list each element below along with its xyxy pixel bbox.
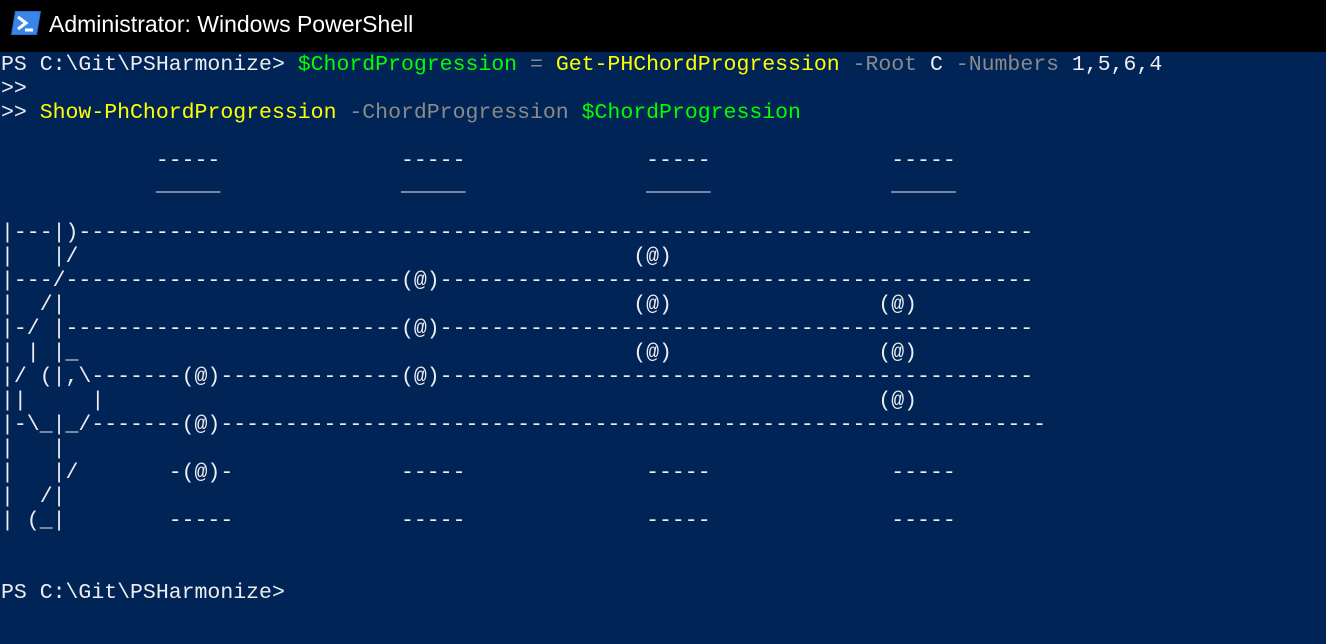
command-line-2: >> Show-PhChordProgression -ChordProgres… — [1, 101, 801, 125]
argument-token: 1,5,6,4 — [1059, 53, 1163, 77]
staff-line: | /| (@) (@) — [1, 293, 918, 317]
continuation-prompt: >> — [1, 101, 40, 125]
parameter-token: -Numbers — [942, 53, 1060, 77]
powershell-window: Administrator: Windows PowerShell PS C:\… — [0, 0, 1326, 644]
staff-line: |/ (|,\-------(@)--------------(@)------… — [1, 365, 1034, 389]
command-token: Show-PhChordProgression — [39, 101, 337, 125]
staff-line: || | (@) — [1, 389, 918, 413]
staff-line: | |/ (@) — [1, 245, 672, 269]
staff-line: |---|)----------------------------------… — [1, 221, 1034, 245]
staff-line: ----- ----- ----- ----- — [1, 149, 956, 173]
parameter-token: -ChordProgression — [336, 101, 569, 125]
staff-line: |-/ |--------------------------(@)------… — [1, 317, 1034, 341]
variable-token: $ChordProgression — [568, 101, 801, 125]
variable-token: $ChordProgression — [297, 53, 518, 77]
staff-line: | | — [1, 437, 66, 461]
final-prompt: PS C:\Git\PSHarmonize> — [1, 581, 285, 605]
staff-line: |-\_|_/-------(@)-----------------------… — [1, 413, 1047, 437]
powershell-icon — [11, 11, 41, 35]
command-line-1: PS C:\Git\PSHarmonize> $ChordProgression… — [1, 53, 1162, 77]
staff-line: | |/ -(@)- ----- ----- ----- — [1, 461, 956, 485]
staff-line: |---/--------------------------(@)------… — [1, 269, 1034, 293]
operator-token: = — [517, 53, 556, 77]
staff-line: | | |_ (@) (@) — [1, 341, 918, 365]
argument-token: C — [917, 53, 943, 77]
command-token: Get-PHChordProgression — [555, 53, 840, 77]
staff-line: | /| — [1, 485, 66, 509]
parameter-token: -Root — [839, 53, 918, 77]
staff-line: _____ _____ _____ _____ — [1, 173, 956, 197]
staff-line: | (_| ----- ----- ----- ----- — [1, 509, 956, 533]
title-bar[interactable]: Administrator: Windows PowerShell — [0, 0, 1326, 52]
prompt: PS C:\Git\PSHarmonize> — [1, 53, 298, 77]
continuation-line: >> — [1, 77, 27, 101]
console-output[interactable]: PS C:\Git\PSHarmonize> $ChordProgression… — [0, 52, 1326, 644]
window-title: Administrator: Windows PowerShell — [49, 11, 414, 37]
